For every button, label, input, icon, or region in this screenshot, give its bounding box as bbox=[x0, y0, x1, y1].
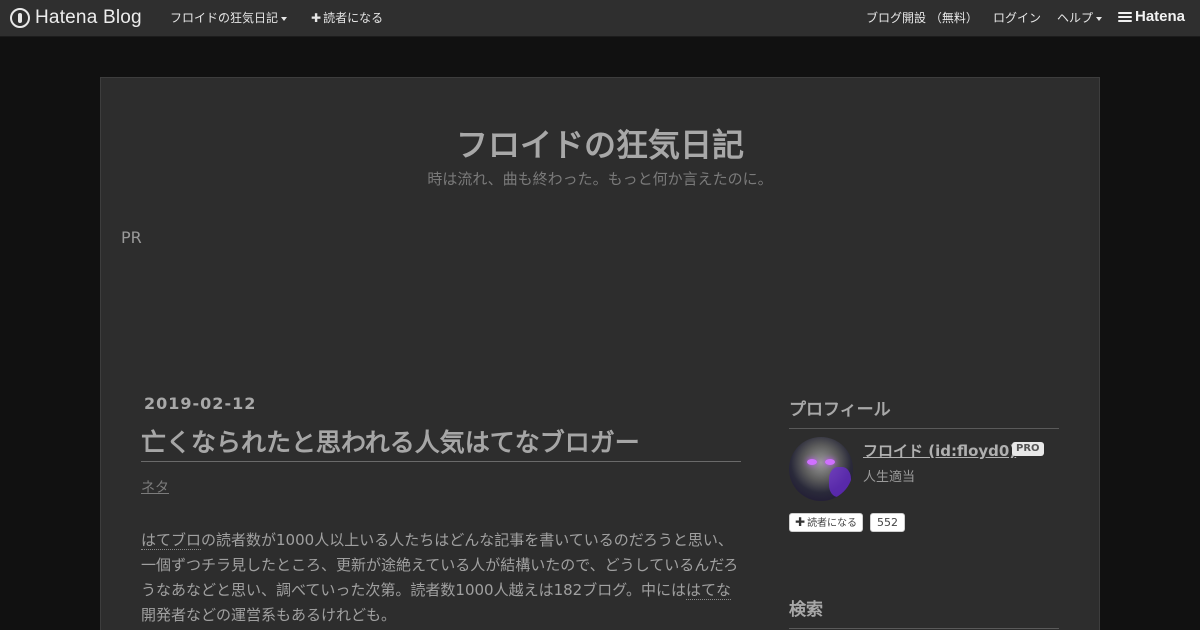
profile-heading: プロフィール bbox=[789, 395, 1059, 429]
profile-description: 人生適当 bbox=[863, 470, 916, 485]
pro-badge[interactable]: PRO bbox=[1012, 442, 1044, 456]
caret-down-icon bbox=[1096, 16, 1103, 21]
profile-name-link[interactable]: フロイド (id:floyd0) bbox=[863, 440, 1016, 461]
hatena-brand-link[interactable]: Hatena bbox=[1118, 8, 1185, 25]
entry-title[interactable]: 亡くなられたと思われる人気はてなブロガー bbox=[141, 423, 741, 462]
blog-menu-label: フロイドの狂気日記 bbox=[170, 11, 279, 25]
follower-count[interactable]: 552 bbox=[870, 513, 905, 532]
blog-container: フロイドの狂気日記 時は流れ、曲も終わった。もっと何か言えたのに。 PR 201… bbox=[100, 77, 1100, 630]
plus-icon: ✚ bbox=[311, 11, 322, 25]
body-text: の読者数が1000人以上いる人たちはどんな記事を書いているのだろうと思い、一個ず… bbox=[141, 531, 739, 599]
global-header: Hatena Blog フロイドの狂気日記 ✚ 読者になる ブログ開設 （無料） … bbox=[0, 0, 1200, 37]
logo-text: Hatena Blog bbox=[35, 7, 142, 28]
plus-icon: ✚ bbox=[795, 515, 806, 529]
hatena-blog-logo-icon bbox=[10, 8, 30, 28]
help-label: ヘルプ bbox=[1057, 11, 1094, 25]
blog-description: 時は流れ、曲も終わった。もっと何か言えたのに。 bbox=[427, 170, 773, 188]
hatena-brand-icon bbox=[1118, 11, 1132, 23]
caret-down-icon bbox=[281, 16, 288, 21]
blog-menu-dropdown[interactable]: フロイドの狂気日記 bbox=[170, 10, 288, 26]
keyword-link[interactable]: はてブロ bbox=[141, 531, 202, 550]
follow-button[interactable]: ✚ 読者になる bbox=[789, 513, 864, 532]
subscribe-link[interactable]: ✚ 読者になる bbox=[311, 10, 383, 26]
hatena-blog-logo[interactable]: Hatena Blog bbox=[10, 7, 142, 29]
brand-text: Hatena bbox=[1135, 8, 1186, 25]
entry-date[interactable]: 2019-02-12 bbox=[144, 394, 256, 413]
help-dropdown[interactable]: ヘルプ bbox=[1057, 10, 1103, 26]
subscribe-label: 読者になる bbox=[323, 11, 384, 25]
entry-category[interactable]: ネタ bbox=[141, 477, 169, 497]
search-heading: 検索 bbox=[789, 595, 1059, 629]
entry-body: はてブロの読者数が1000人以上いる人たちはどんな記事を書いているのだろうと思い… bbox=[141, 528, 741, 628]
login-link[interactable]: ログイン bbox=[993, 10, 1041, 26]
avatar[interactable] bbox=[789, 437, 853, 501]
body-text: 開発者などの運営系もあるけれども。 bbox=[141, 606, 397, 624]
follow-label: 読者になる bbox=[807, 518, 858, 529]
keyword-link[interactable]: はてな bbox=[686, 581, 732, 600]
open-blog-link[interactable]: ブログ開設 （無料） bbox=[866, 10, 978, 26]
pr-label: PR bbox=[121, 228, 142, 247]
blog-title[interactable]: フロイドの狂気日記 bbox=[101, 120, 1099, 166]
